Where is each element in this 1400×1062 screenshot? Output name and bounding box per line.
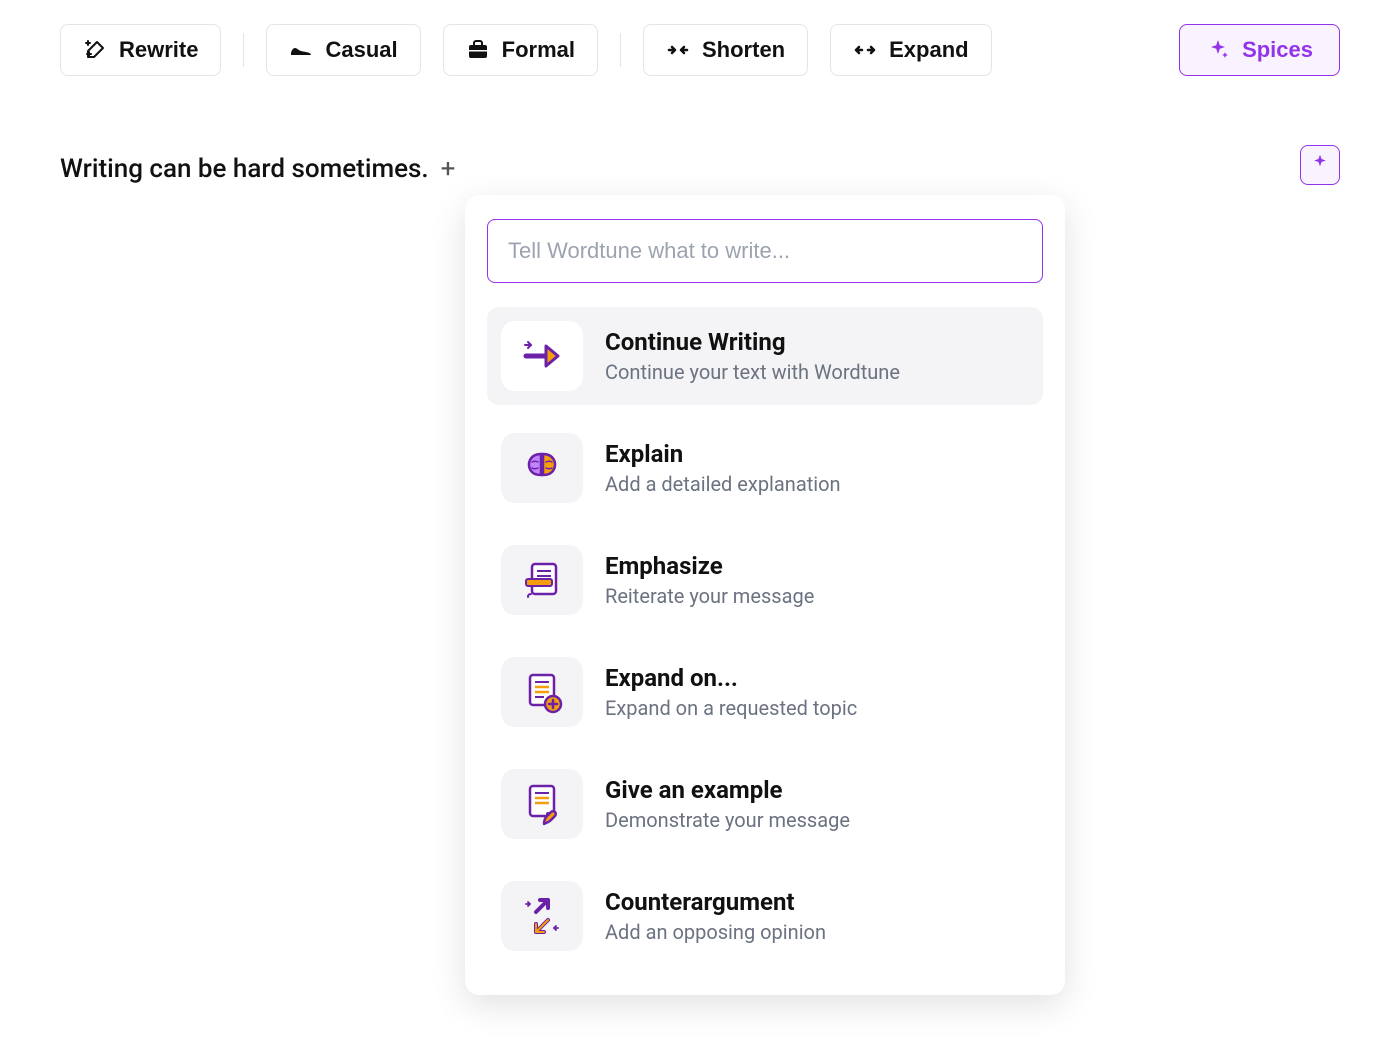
spice-item-title: Give an example bbox=[605, 776, 850, 804]
briefcase-icon bbox=[466, 38, 490, 62]
spice-item-text: Counterargument Add an opposing opinion bbox=[605, 888, 826, 944]
spice-item-text: Give an example Demonstrate your message bbox=[605, 776, 850, 832]
spice-item-title: Counterargument bbox=[605, 888, 826, 916]
floating-spice-button[interactable] bbox=[1300, 145, 1340, 185]
rewrite-button[interactable]: Rewrite bbox=[60, 24, 221, 76]
editor-text: Writing can be hard sometimes. bbox=[60, 154, 429, 184]
casual-label: Casual bbox=[325, 37, 397, 63]
spice-prompt-input[interactable] bbox=[487, 219, 1043, 283]
spice-item-give-example[interactable]: Give an example Demonstrate your message bbox=[487, 755, 1043, 853]
rewrite-icon bbox=[83, 38, 107, 62]
shorten-label: Shorten bbox=[702, 37, 785, 63]
toolbar-divider bbox=[620, 33, 621, 67]
sparkle-icon bbox=[1310, 153, 1330, 177]
shorten-button[interactable]: Shorten bbox=[643, 24, 808, 76]
spice-item-title: Expand on... bbox=[605, 664, 857, 692]
expand-button[interactable]: Expand bbox=[830, 24, 991, 76]
brain-icon bbox=[501, 433, 583, 503]
spice-item-expand-on[interactable]: Expand on... Expand on a requested topic bbox=[487, 643, 1043, 741]
spices-label: Spices bbox=[1242, 37, 1313, 63]
spice-item-explain[interactable]: Explain Add a detailed explanation bbox=[487, 419, 1043, 517]
editor-area[interactable]: Writing can be hard sometimes. + bbox=[60, 154, 1340, 184]
spice-item-sub: Expand on a requested topic bbox=[605, 696, 857, 720]
formal-label: Formal bbox=[502, 37, 575, 63]
example-icon bbox=[501, 769, 583, 839]
spice-item-sub: Demonstrate your message bbox=[605, 808, 850, 832]
spice-item-text: Continue Writing Continue your text with… bbox=[605, 328, 900, 384]
spice-item-title: Emphasize bbox=[605, 552, 814, 580]
emphasize-icon bbox=[501, 545, 583, 615]
insert-button[interactable]: + bbox=[441, 154, 456, 184]
formal-button[interactable]: Formal bbox=[443, 24, 598, 76]
spice-item-counterargument[interactable]: Counterargument Add an opposing opinion bbox=[487, 867, 1043, 965]
spice-item-sub: Reiterate your message bbox=[605, 584, 814, 608]
spice-item-sub: Add an opposing opinion bbox=[605, 920, 826, 944]
spice-item-emphasize[interactable]: Emphasize Reiterate your message bbox=[487, 531, 1043, 629]
rewrite-label: Rewrite bbox=[119, 37, 198, 63]
toolbar: Rewrite Casual Formal Shorten Expand bbox=[60, 24, 1340, 76]
shorten-icon bbox=[666, 38, 690, 62]
spices-button[interactable]: Spices bbox=[1179, 24, 1340, 76]
shoe-icon bbox=[289, 38, 313, 62]
expand-icon bbox=[853, 38, 877, 62]
spice-list: Continue Writing Continue your text with… bbox=[487, 307, 1043, 965]
spice-item-sub: Continue your text with Wordtune bbox=[605, 360, 900, 384]
spice-item-text: Explain Add a detailed explanation bbox=[605, 440, 841, 496]
spice-item-text: Emphasize Reiterate your message bbox=[605, 552, 814, 608]
casual-button[interactable]: Casual bbox=[266, 24, 420, 76]
sparkle-icon bbox=[1206, 38, 1230, 62]
spice-item-sub: Add a detailed explanation bbox=[605, 472, 841, 496]
continue-arrow-icon bbox=[501, 321, 583, 391]
spice-item-continue-writing[interactable]: Continue Writing Continue your text with… bbox=[487, 307, 1043, 405]
counter-icon bbox=[501, 881, 583, 951]
expand-label: Expand bbox=[889, 37, 968, 63]
spice-item-title: Explain bbox=[605, 440, 841, 468]
toolbar-divider bbox=[243, 33, 244, 67]
expand-doc-icon bbox=[501, 657, 583, 727]
spice-popup: Continue Writing Continue your text with… bbox=[465, 195, 1065, 995]
spice-item-text: Expand on... Expand on a requested topic bbox=[605, 664, 857, 720]
spice-item-title: Continue Writing bbox=[605, 328, 900, 356]
